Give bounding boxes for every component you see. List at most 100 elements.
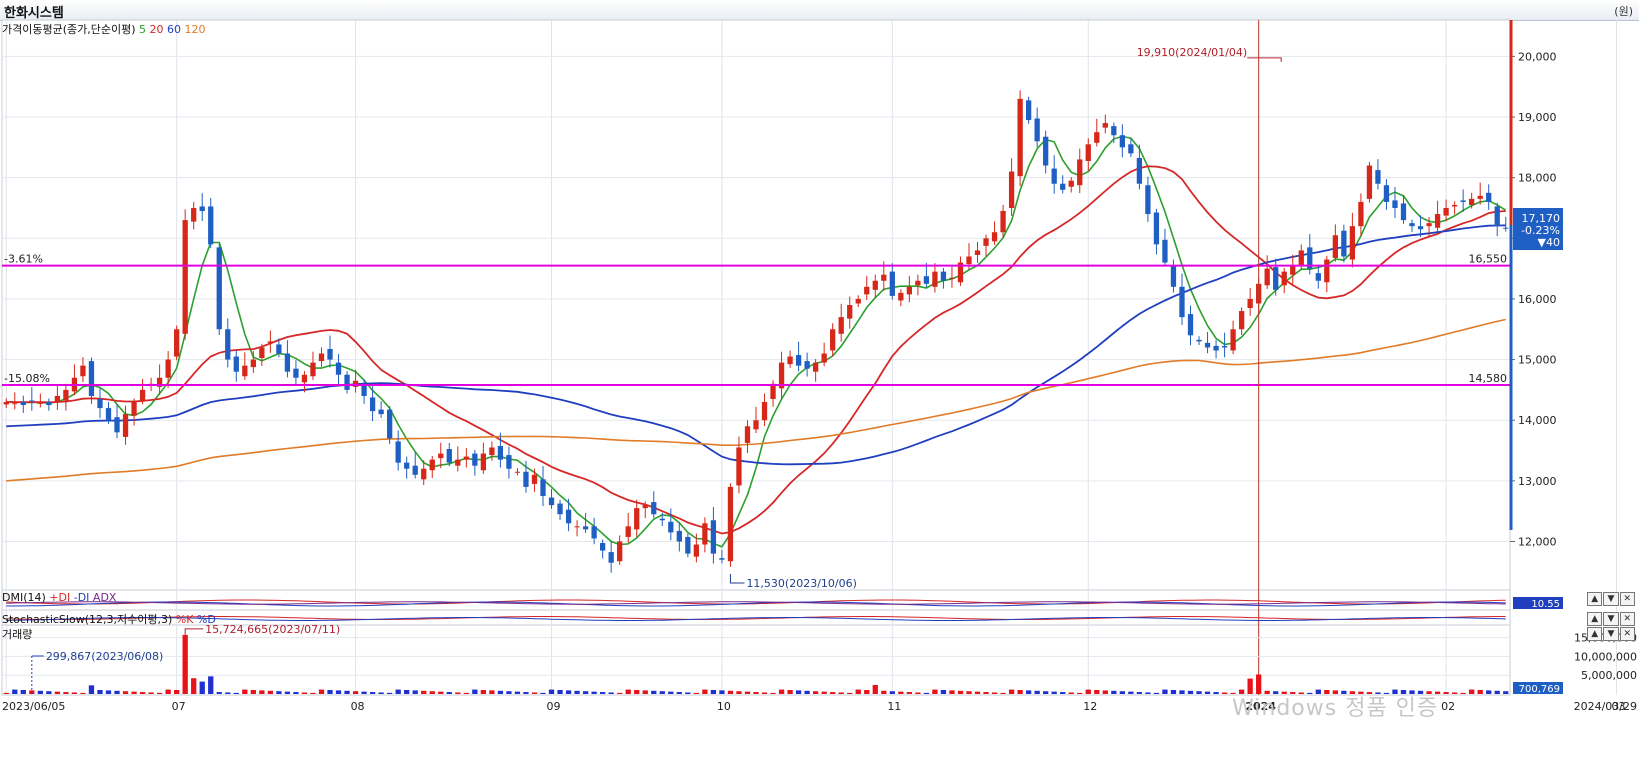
- volume-bar: [506, 691, 512, 694]
- candle-body: [898, 292, 904, 301]
- volume-bar: [625, 689, 631, 694]
- candle-body: [1221, 345, 1228, 348]
- candle-body: [29, 400, 35, 402]
- candle-body: [983, 238, 989, 246]
- candle-body: [1358, 201, 1364, 227]
- candle-body: [267, 341, 274, 343]
- dmi-panel-controls[interactable]: ▲ ▼ ✕: [1587, 592, 1635, 606]
- candle-body: [1264, 268, 1270, 286]
- panel-up-button[interactable]: ▲: [1587, 592, 1603, 606]
- panel-up-button[interactable]: ▲: [1587, 627, 1603, 641]
- volume-bar: [778, 689, 785, 694]
- candle-body: [131, 402, 137, 416]
- panel-close-button[interactable]: ✕: [1619, 627, 1635, 641]
- candle-body: [139, 389, 146, 401]
- volume-bar: [1204, 691, 1211, 694]
- volume-bar: [225, 692, 231, 694]
- panel-down-button[interactable]: ▼: [1603, 592, 1619, 606]
- volume-bar: [847, 692, 853, 694]
- candle-body: [1043, 136, 1049, 166]
- candle-body: [847, 305, 853, 319]
- panel-close-button[interactable]: ✕: [1619, 592, 1635, 606]
- candle-body: [1426, 223, 1432, 227]
- candle-body: [1349, 226, 1356, 260]
- candle-body: [830, 329, 836, 351]
- price-panel-title: 가격이동평균(종가,단순이평): [2, 23, 136, 36]
- candle-body: [63, 389, 69, 401]
- max-annotation-label: 19,910(2024/01/04): [1137, 46, 1247, 59]
- volume-bar: [864, 689, 870, 694]
- candle-body: [284, 353, 291, 372]
- candle-body: [174, 329, 180, 357]
- adx-label: ADX: [92, 591, 117, 604]
- candle-body: [1000, 211, 1006, 233]
- panel-down-button[interactable]: ▼: [1603, 612, 1619, 626]
- candle-body: [991, 232, 998, 242]
- candle-body: [438, 453, 444, 459]
- volume-bar: [1460, 692, 1466, 694]
- dmi-value-label: 10.55: [1531, 599, 1560, 610]
- candle-body: [421, 468, 427, 480]
- candle-body: [1025, 100, 1032, 121]
- volume-bar: [1486, 690, 1492, 694]
- candle-body: [600, 543, 606, 551]
- stock-chart[interactable]: 2023/06/05 07 08 09 10 11 12 2024 02 032024/03/29…: [0, 0, 1639, 775]
- panel-close-button[interactable]: ✕: [1619, 612, 1635, 626]
- volume-bar: [523, 692, 529, 694]
- y-tick-label: 13,000: [1518, 475, 1557, 488]
- candle-body: [634, 508, 640, 530]
- volume-bar: [1094, 689, 1100, 694]
- volume-bar: [795, 690, 802, 694]
- volume-bar: [1494, 690, 1500, 694]
- volume-bar: [71, 692, 78, 694]
- candle-body: [1060, 183, 1066, 190]
- volume-bar: [693, 692, 700, 694]
- panel-up-button[interactable]: ▲: [1587, 612, 1603, 626]
- volume-bar: [898, 691, 904, 694]
- panel-down-button[interactable]: ▼: [1603, 627, 1619, 641]
- x-tick-label: 08: [351, 700, 365, 713]
- candle-body: [651, 502, 657, 515]
- volume-bar: [540, 692, 546, 694]
- volume-bar: [753, 692, 759, 694]
- volume-bar: [1119, 691, 1125, 694]
- volume-bar: [787, 689, 793, 694]
- volume-bar: [233, 692, 239, 694]
- candle-body: [974, 250, 981, 255]
- volume-bar: [1077, 692, 1083, 694]
- candle-body: [881, 274, 887, 281]
- candle-body: [693, 544, 700, 557]
- volume-bar: [881, 690, 887, 694]
- volume-bar: [1051, 691, 1057, 694]
- y-tick-label: 15,000: [1518, 354, 1557, 367]
- volume-bar: [957, 690, 964, 694]
- y-tick-label: 18,000: [1518, 172, 1557, 185]
- x-tick-label: 02: [1441, 700, 1455, 713]
- volume-bar: [455, 692, 461, 694]
- candle-body: [949, 277, 955, 279]
- candle-body: [625, 526, 631, 537]
- volume-panel-controls[interactable]: ▲ ▼ ✕: [1587, 627, 1635, 641]
- candle-body: [54, 395, 61, 403]
- volume-bar: [327, 689, 333, 694]
- level-pct-label: -3.61%: [4, 253, 43, 266]
- candle-body: [932, 271, 938, 287]
- stoch-panel-controls[interactable]: ▲ ▼ ✕: [1587, 612, 1635, 626]
- candle-body: [114, 417, 120, 433]
- volume-bar: [1153, 692, 1160, 694]
- volume-bar: [378, 692, 384, 694]
- volume-bar: [838, 692, 844, 694]
- volume-bar: [139, 692, 146, 694]
- level-pct-label: -15.08%: [4, 372, 50, 385]
- volume-bar: [148, 692, 154, 694]
- candle-body: [301, 374, 308, 383]
- candle-body: [276, 344, 282, 354]
- volume-bar: [361, 691, 367, 694]
- volume-bar: [949, 690, 955, 694]
- candle-body: [812, 362, 819, 372]
- volume-bar: [489, 690, 495, 694]
- volume-bar: [659, 691, 665, 694]
- candle-body: [923, 276, 930, 284]
- volume-bar: [1179, 690, 1185, 694]
- candle-body: [344, 374, 350, 390]
